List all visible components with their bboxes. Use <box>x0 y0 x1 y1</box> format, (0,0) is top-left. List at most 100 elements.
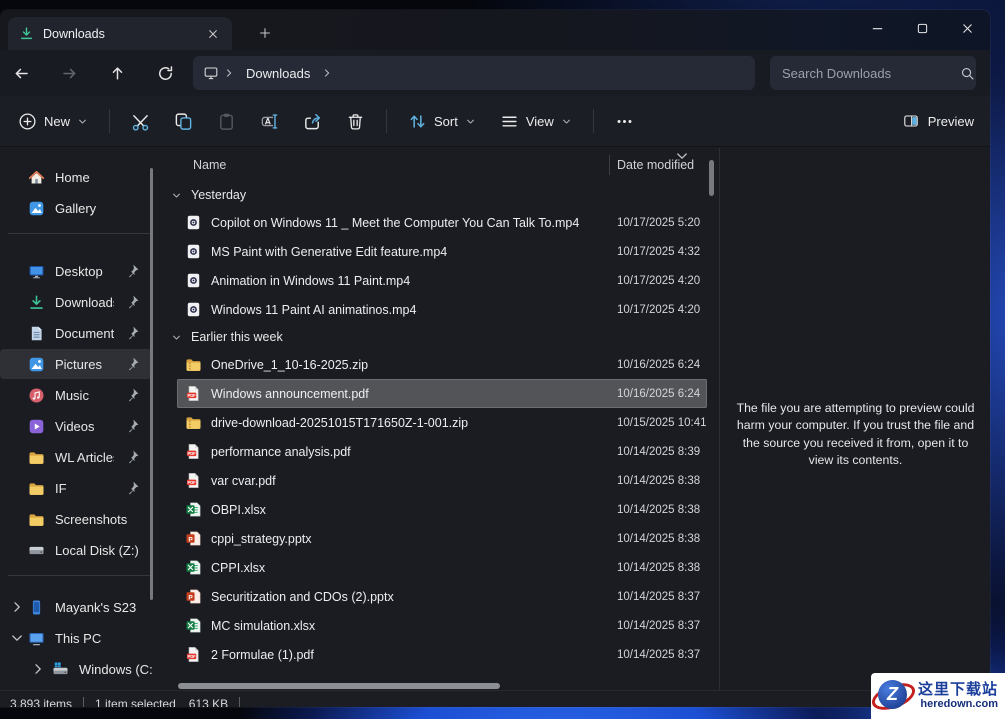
preview-toggle-button[interactable]: Preview <box>903 113 974 129</box>
up-button[interactable] <box>100 56 134 90</box>
file-date-modified: 10/16/2025 6:24 <box>617 358 701 371</box>
toolbar-separator <box>386 109 388 133</box>
file-row-copilot-on-windows-11-meet-the-computer-you-can-talk-to-mp4[interactable]: Copilot on Windows 11 _ Meet the Compute… <box>177 208 707 237</box>
chevron-right-icon[interactable] <box>9 599 25 615</box>
share-button[interactable] <box>294 105 331 138</box>
watermark-text: 这里下载站 heredown.com <box>918 681 998 711</box>
sidebar-item-pictures[interactable]: Pictures <box>0 349 152 379</box>
sidebar-item-wl-articles[interactable]: WL Articles <box>0 442 152 472</box>
file-row-performance-analysis-pdf[interactable]: PDF performance analysis.pdf 10/14/2025 8:… <box>177 437 707 466</box>
file-row-securitization-and-cdos-2-pptx[interactable]: P Securitization and CDOs (2).pptx 10/14/2… <box>177 582 707 611</box>
desktop-icon <box>28 263 45 280</box>
file-name: OneDrive_1_10-16-2025.zip <box>211 357 369 372</box>
minimize-icon <box>870 21 885 36</box>
forward-button[interactable] <box>52 56 86 90</box>
new-tab-button[interactable] <box>252 22 278 44</box>
search-box[interactable] <box>770 56 976 90</box>
cut-button[interactable] <box>122 105 159 138</box>
maximize-icon <box>915 21 930 36</box>
chevron-down-icon[interactable] <box>9 630 25 646</box>
sidebar-item-home[interactable]: Home <box>0 162 152 192</box>
group-label: Yesterday <box>191 188 247 202</box>
tab-downloads[interactable]: Downloads <box>8 17 232 50</box>
address-bar[interactable]: Downloads <box>193 56 755 90</box>
group-header-yesterday[interactable]: Yesterday <box>163 182 719 208</box>
column-header-date[interactable]: Date modified <box>610 153 694 172</box>
file-date-modified: 10/14/2025 8:38 <box>617 474 701 487</box>
paste-button[interactable] <box>208 105 245 138</box>
file-date-modified: 10/14/2025 8:37 <box>617 619 701 632</box>
file-list-body: Yesterday Copilot on Windows 11 _ Meet th… <box>163 182 719 669</box>
toolbar-separator <box>109 109 111 133</box>
column-header-name[interactable]: Name <box>163 158 609 172</box>
sidebar-item-local-disk-z[interactable]: Local Disk (Z:) <box>0 535 152 565</box>
breadcrumb-item-downloads[interactable]: Downloads <box>239 66 317 81</box>
maximize-button[interactable] <box>900 10 945 46</box>
view-button[interactable]: View <box>491 105 581 138</box>
sidebar-item-if[interactable]: IF <box>0 473 152 503</box>
file-row-cppi-xlsx[interactable]: CPPI.xlsx 10/14/2025 8:38 <box>177 553 707 582</box>
file-row-windows-announcement-pdf[interactable]: PDF Windows announcement.pdf 10/16/2025 6:… <box>177 379 707 408</box>
sidebar-item-downloads[interactable]: Downloads <box>0 287 152 317</box>
drive-icon <box>28 542 45 559</box>
group-header-earlier-this-week[interactable]: Earlier this week <box>163 324 719 350</box>
search-input[interactable] <box>780 64 960 82</box>
delete-button[interactable] <box>337 105 374 138</box>
sidebar-item-videos[interactable]: Videos <box>0 411 152 441</box>
file-row-onedrive-1-10-16-2025-zip[interactable]: OneDrive_1_10-16-2025.zip 10/16/2025 6:24 <box>177 350 707 379</box>
share-icon <box>303 112 322 131</box>
sidebar-item-label: Music <box>55 387 89 403</box>
sidebar-item-gallery[interactable]: Gallery <box>0 193 152 223</box>
svg-text:P: P <box>188 594 193 601</box>
sidebar-item-documents[interactable]: Documents <box>0 318 152 348</box>
file-name: Windows announcement.pdf <box>211 386 369 401</box>
sidebar-divider <box>8 575 150 576</box>
file-date-modified: 10/14/2025 8:38 <box>617 503 701 516</box>
status-item-count: 3,893 items <box>10 697 73 707</box>
file-date-modified: 10/14/2025 8:37 <box>617 648 701 661</box>
new-button[interactable]: New <box>9 105 97 138</box>
sidebar-item-desktop[interactable]: Desktop <box>0 256 152 286</box>
pin-icon <box>124 294 140 310</box>
file-row-ms-paint-with-generative-edit-feature-mp4[interactable]: MS Paint with Generative Edit feature.mp… <box>177 237 707 266</box>
xlsx-icon <box>185 617 202 634</box>
sort-button[interactable]: Sort <box>399 105 485 138</box>
back-button[interactable] <box>4 56 38 90</box>
file-list-horizontal-scrollbar[interactable] <box>178 683 500 689</box>
xlsx-icon <box>185 559 202 576</box>
file-row-drive-download-20251015t171650z-1-001-zip[interactable]: drive-download-20251015T171650Z-1-001.zi… <box>177 408 707 437</box>
file-row-cppi-strategy-pptx[interactable]: Pcppi_strategy.pptx 10/14/2025 8:38 <box>177 524 707 553</box>
sidebar-item-windows-c[interactable]: Windows (C:) <box>0 654 152 684</box>
tab-close-button[interactable] <box>202 23 224 45</box>
search-icon <box>960 66 975 81</box>
file-name: performance analysis.pdf <box>211 444 351 459</box>
sidebar-item-music[interactable]: Music <box>0 380 152 410</box>
file-row-obpi-xlsx[interactable]: OBPI.xlsx 10/14/2025 8:38 <box>177 495 707 524</box>
sidebar-divider <box>8 233 150 234</box>
view-button-label: View <box>525 113 554 129</box>
svg-text:PDF: PDF <box>187 480 196 485</box>
file-row-mc-simulation-xlsx[interactable]: MC simulation.xlsx 10/14/2025 8:37 <box>177 611 707 640</box>
chevron-right-icon[interactable] <box>30 661 46 677</box>
minimize-button[interactable] <box>855 10 900 46</box>
close-button[interactable] <box>945 10 990 46</box>
sidebar-item-this-pc[interactable]: This PC <box>0 623 152 653</box>
sidebar-item-label: WL Articles <box>55 449 114 465</box>
watermark: Z 这里下载站 heredown.com <box>868 673 1005 719</box>
pin-icon <box>124 263 140 279</box>
file-row-var-cvar-pdf[interactable]: PDF var cvar.pdf 10/14/2025 8:38 <box>177 466 707 495</box>
folder-icon <box>28 480 45 497</box>
file-list-vertical-scrollbar[interactable] <box>709 160 714 196</box>
file-row-windows-11-paint-ai-animatinos-mp4[interactable]: Windows 11 Paint AI animatinos.mp4 10/17/… <box>177 295 707 324</box>
file-row-2-formulae-1-pdf[interactable]: PDF 2 Formulae (1).pdf 10/14/2025 8:37 <box>177 640 707 669</box>
file-row-animation-in-windows-11-paint-mp4[interactable]: Animation in Windows 11 Paint.mp4 10/17/2… <box>177 266 707 295</box>
more-button[interactable] <box>606 105 643 138</box>
sidebar-scrollbar[interactable] <box>150 168 153 600</box>
file-name: drive-download-20251015T171650Z-1-001.zi… <box>211 415 469 430</box>
sidebar-item-screenshots[interactable]: Screenshots <box>0 504 152 534</box>
copy-button[interactable] <box>165 105 202 138</box>
rename-button[interactable] <box>251 105 288 138</box>
documents-icon <box>28 325 45 342</box>
refresh-button[interactable] <box>148 56 182 90</box>
sidebar-item-mayank-s-s23[interactable]: Mayank's S23 <box>0 592 152 622</box>
